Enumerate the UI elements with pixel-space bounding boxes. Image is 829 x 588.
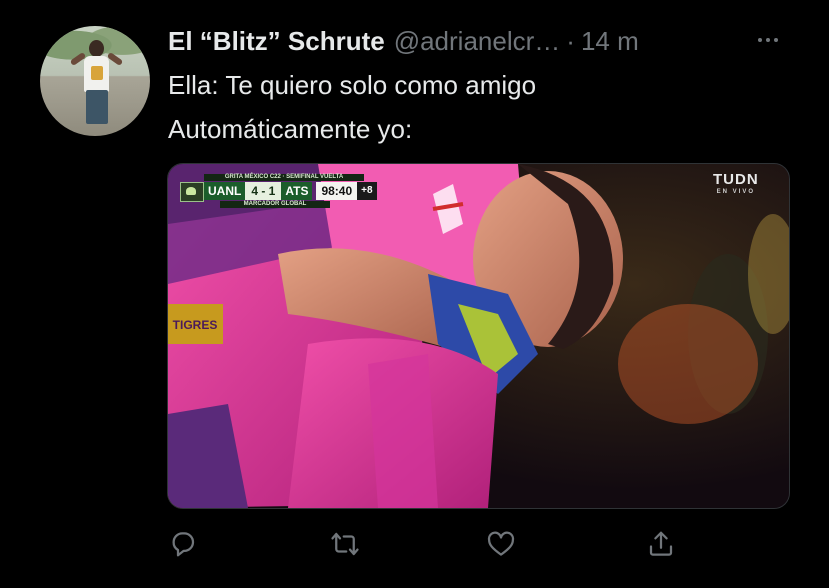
tweet-header: El “Blitz” Schrute @adrianelcr… · 14 m <box>168 24 639 58</box>
avatar-shirt-print <box>91 66 103 80</box>
broadcaster-name: TUDN <box>713 171 759 188</box>
score: 4 - 1 <box>245 182 282 200</box>
share-icon <box>649 531 673 556</box>
added-time: +8 <box>357 182 377 200</box>
home-team: UANL <box>204 182 246 200</box>
scorebug-competition: GRITA MÉXICO C22 · SEMIFINAL VUELTA <box>204 174 364 181</box>
broadcaster-tagline: EN VIVO <box>716 189 755 195</box>
tweet[interactable]: El “Blitz” Schrute @adrianelcr… · 14 m E… <box>0 0 829 588</box>
user-handle[interactable]: @adrianelcr… <box>394 24 561 58</box>
timestamp[interactable]: 14 m <box>581 24 639 58</box>
away-team: ATS <box>281 182 313 200</box>
retweet-icon <box>331 532 359 556</box>
like-button[interactable] <box>483 526 519 562</box>
more-options-icon[interactable] <box>748 28 788 52</box>
scorebug-main: UANL 4 - 1 ATS 98:40 +8 <box>204 182 377 200</box>
separator-dot: · <box>566 26 575 56</box>
avatar[interactable] <box>40 26 150 136</box>
tweet-media-image[interactable]: TIGRES GRITA MÉXICO C22 · SEMIFINAL VUEL… <box>167 163 790 509</box>
jersey-badge-tigres: TIGRES <box>173 318 218 332</box>
media-scene: TIGRES <box>168 164 789 508</box>
avatar-person-legs <box>86 90 108 124</box>
match-clock: 98:40 <box>316 182 358 200</box>
tweet-text-line-1: Ella: Te quiero solo como amigo <box>168 70 537 100</box>
share-button[interactable] <box>643 526 679 562</box>
scorebug-footer: MARCADOR GLOBAL <box>220 201 330 208</box>
reply-button[interactable] <box>165 526 201 562</box>
league-logo-icon <box>180 182 204 202</box>
heart-icon <box>487 531 515 556</box>
broadcaster-logo: TUDN EN VIVO <box>713 172 759 196</box>
reply-icon <box>172 532 195 557</box>
tweet-actions-bar <box>0 524 829 564</box>
avatar-person-head <box>89 40 104 57</box>
display-name[interactable]: El “Blitz” Schrute <box>168 24 385 58</box>
tweet-text-line-2: Automáticamente yo: <box>168 114 413 144</box>
retweet-button[interactable] <box>327 526 363 562</box>
